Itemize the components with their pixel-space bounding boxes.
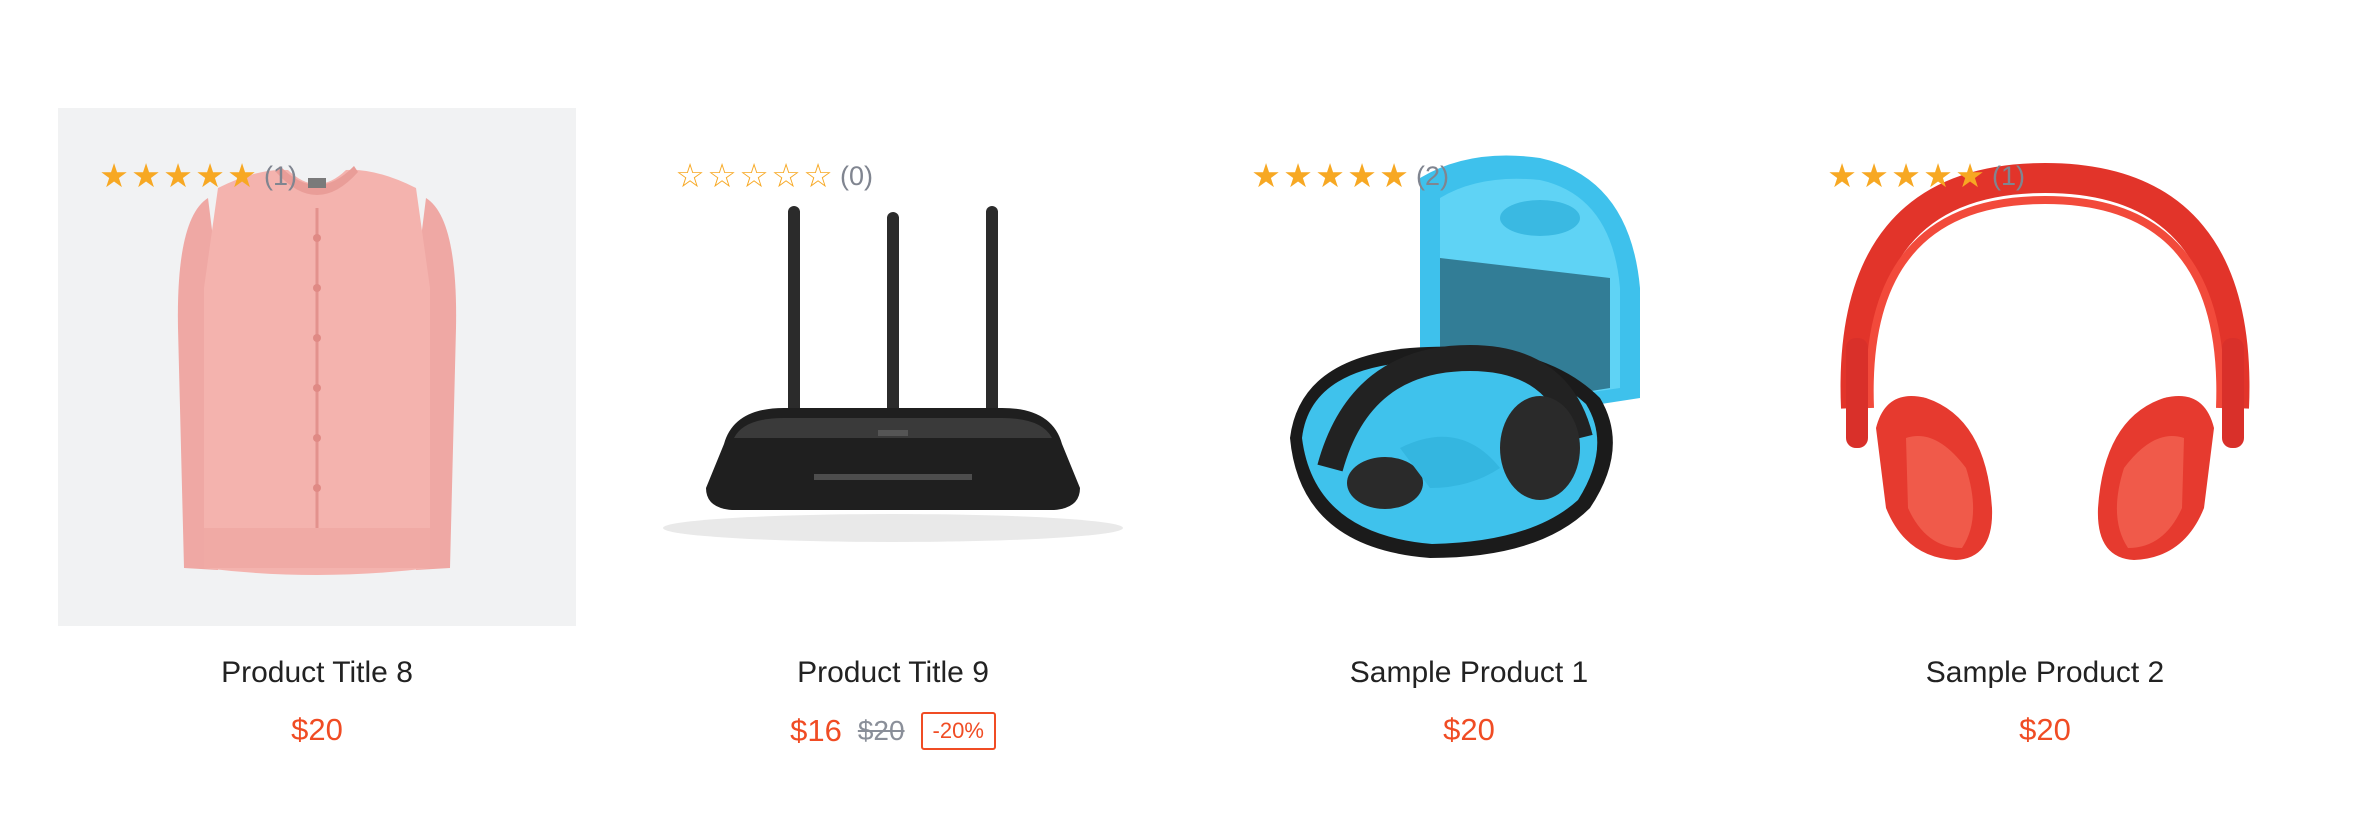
original-price: $20 — [857, 715, 905, 746]
star-empty-icon: ☆ — [803, 156, 833, 195]
star-filled-icon: ★ — [1827, 156, 1857, 195]
star-filled-icon: ★ — [227, 156, 257, 195]
product-card[interactable]: ☆ ☆ ☆ ☆ ☆ (0) Product Title 9 $16 $20 -2… — [634, 108, 1152, 768]
star-filled-icon: ★ — [131, 156, 161, 195]
star-filled-icon: ★ — [195, 156, 225, 195]
star-filled-icon: ★ — [1315, 156, 1345, 195]
product-card[interactable]: ★ ★ ★ ★ ★ (1) Sample Product 2 $20 — [1786, 108, 2304, 768]
price: $20 — [291, 712, 343, 747]
price-row: $20 — [1786, 712, 2304, 748]
product-title[interactable]: Sample Product 2 — [1786, 656, 2304, 690]
star-filled-icon: ★ — [1379, 156, 1409, 195]
sale-price: $16 — [790, 713, 842, 748]
review-count: (1) — [264, 161, 297, 191]
star-filled-icon: ★ — [1859, 156, 1889, 195]
star-empty-icon: ☆ — [707, 156, 737, 195]
product-image-link[interactable]: ★ ★ ★ ★ ★ (1) — [58, 108, 576, 626]
product-grid: ★ ★ ★ ★ ★ (1) Product Title 8 $20 ☆ ☆ ☆ … — [0, 0, 2376, 816]
product-image-link[interactable]: ★ ★ ★ ★ ★ (2) — [1210, 108, 1728, 626]
star-rating: ★ ★ ★ ★ ★ (1) — [1826, 158, 2025, 194]
price: $20 — [1443, 712, 1495, 747]
star-rating: ★ ★ ★ ★ ★ (1) — [98, 158, 297, 194]
product-card[interactable]: ★ ★ ★ ★ ★ (1) Product Title 8 $20 — [58, 108, 576, 768]
star-filled-icon: ★ — [1891, 156, 1921, 195]
product-title[interactable]: Sample Product 1 — [1210, 656, 1728, 690]
review-count: (2) — [1416, 161, 1449, 191]
star-empty-icon: ☆ — [771, 156, 801, 195]
price-row: $20 — [58, 712, 576, 748]
star-filled-icon: ★ — [1923, 156, 1953, 195]
review-count: (0) — [840, 161, 873, 191]
star-filled-icon: ★ — [99, 156, 129, 195]
star-filled-icon: ★ — [1283, 156, 1313, 195]
star-filled-icon: ★ — [163, 156, 193, 195]
star-rating: ★ ★ ★ ★ ★ (2) — [1250, 158, 1449, 194]
review-count: (1) — [1992, 161, 2025, 191]
star-filled-icon: ★ — [1347, 156, 1377, 195]
star-empty-icon: ☆ — [739, 156, 769, 195]
product-card[interactable]: ★ ★ ★ ★ ★ (2) Sample Product 1 $20 — [1210, 108, 1728, 768]
price-row: $16 $20 -20% — [634, 712, 1152, 750]
discount-badge: -20% — [920, 712, 996, 750]
product-image-link[interactable]: ☆ ☆ ☆ ☆ ☆ (0) — [634, 108, 1152, 626]
star-filled-icon: ★ — [1251, 156, 1281, 195]
star-rating: ☆ ☆ ☆ ☆ ☆ (0) — [674, 158, 873, 194]
product-title[interactable]: Product Title 9 — [634, 656, 1152, 690]
star-empty-icon: ☆ — [675, 156, 705, 195]
price: $20 — [2019, 712, 2071, 747]
product-image-link[interactable]: ★ ★ ★ ★ ★ (1) — [1786, 108, 2304, 626]
product-title[interactable]: Product Title 8 — [58, 656, 576, 690]
star-filled-icon: ★ — [1955, 156, 1985, 195]
price-row: $20 — [1210, 712, 1728, 748]
